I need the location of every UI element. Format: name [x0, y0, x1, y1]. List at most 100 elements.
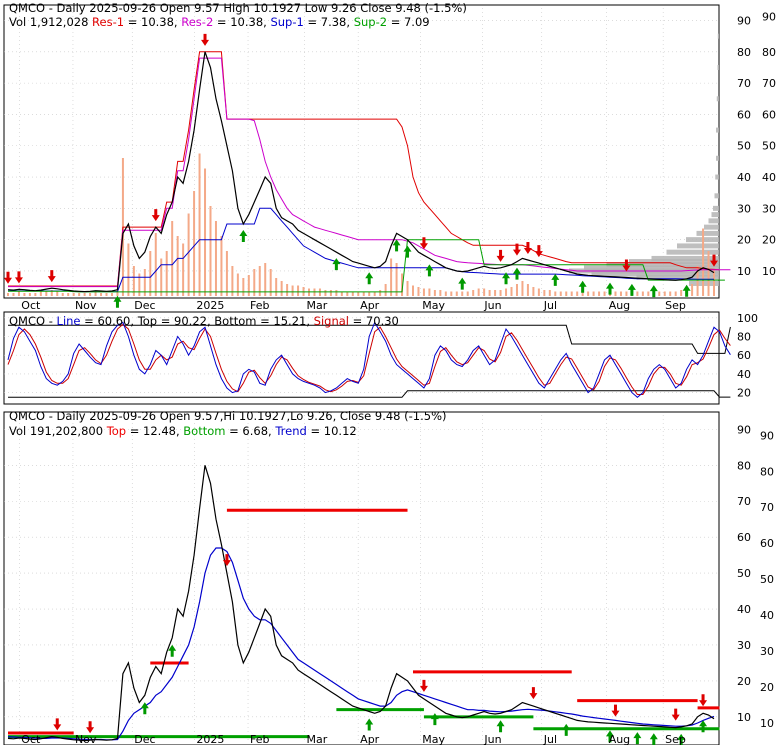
volume-bar — [515, 284, 518, 296]
volume-bar — [67, 293, 70, 296]
volume-bar — [603, 291, 606, 296]
volume-bar — [17, 291, 20, 296]
stochastic-y-tick-label: 20 — [737, 387, 751, 400]
price-y-tick-label-outer: 20 — [762, 234, 776, 247]
volume-bar — [39, 291, 42, 296]
volume-bar — [598, 291, 601, 296]
chart-svg: 10 10 20 20 30 30 40 40 50 50 60 60 70 70 80 80 90 90 Oct… — [3, 1, 776, 749]
price-y-tick-label-outer: 60 — [762, 108, 776, 121]
panels.top.line2-part: = 10.38, — [124, 15, 181, 29]
panels.bottom.line2-part: Trend — [274, 424, 306, 438]
volume-profile-bar — [696, 230, 719, 236]
volume-profile-bar — [704, 224, 719, 230]
trend-y-tick-label: 30 — [737, 639, 751, 652]
volume-bar — [669, 291, 672, 296]
volume-bar — [390, 258, 393, 296]
stochastic-y-tick-label: 80 — [737, 331, 751, 344]
volume-bar — [28, 293, 31, 296]
trend-y-tick-label-outer: 30 — [760, 645, 774, 658]
volume-bar — [242, 278, 245, 296]
volume-bar — [165, 251, 168, 296]
trend-y-tick-label-outer: 10 — [760, 717, 774, 730]
price-x-tick-label: Sep — [665, 299, 686, 312]
panels.top.line2-part: Sup-2 — [354, 15, 387, 29]
panels.middle.line1-part: = 60.60, — [81, 314, 138, 328]
price-y-tick-label-outer: 10 — [762, 265, 776, 278]
volume-bar — [72, 293, 75, 296]
panels.middle.line1-part: QMCO - — [9, 314, 57, 328]
volume-bar — [625, 291, 628, 296]
volume-bar — [526, 284, 529, 296]
volume-bar — [209, 206, 212, 296]
price-y-tick-label-outer: 30 — [762, 202, 776, 215]
volume-bar — [565, 291, 568, 296]
price-y-tick-label-outer: 90 — [762, 11, 776, 24]
panels.bottom.line2-part: Top — [106, 424, 126, 438]
stochastic-y-tick-label: 60 — [737, 349, 751, 362]
volume-bar — [477, 288, 480, 296]
panels.bottom.line2-part: = 10.12 — [307, 424, 357, 438]
panels.bottom.line2-part: = 6.68, — [225, 424, 275, 438]
panels.bottom.line2-part: Bottom — [183, 424, 225, 438]
volume-bar — [614, 291, 617, 296]
volume-bar — [428, 288, 431, 296]
panels.middle.line1-part: Bottom — [214, 314, 256, 328]
volume-bar — [176, 236, 179, 296]
price-x-tick-label: Feb — [250, 299, 269, 312]
volume-profile-bar — [716, 96, 719, 102]
trend-x-tick-label: Apr — [360, 733, 380, 745]
panels.top.line2-part: = 10.38, — [213, 15, 270, 29]
trend-x-tick-label: May — [422, 733, 445, 745]
price-x-tick-label: Aug — [609, 299, 630, 312]
trend-y-tick-label: 90 — [737, 423, 751, 436]
trend-y-tick-label-outer: 40 — [760, 609, 774, 622]
volume-bar — [335, 290, 338, 296]
volume-bar — [7, 293, 9, 296]
volume-profile-bar — [666, 249, 719, 255]
volume-bar — [636, 291, 639, 296]
volume-bar — [466, 291, 469, 296]
volume-bar — [89, 293, 92, 296]
panels.middle.line1-part: = 90.22, — [157, 314, 214, 328]
trend-y-tick-label-outer: 90 — [760, 429, 774, 442]
trend-x-tick-label: Nov — [75, 733, 97, 745]
volume-bar — [324, 290, 327, 296]
trend-x-tick-label: Jun — [483, 733, 501, 745]
volume-profile-bar — [717, 64, 719, 70]
volume-bar — [499, 290, 502, 296]
panels.middle.line1-part: Signal — [314, 314, 349, 328]
volume-bar — [275, 278, 278, 296]
volume-bar — [204, 168, 207, 296]
volume-bar — [182, 243, 185, 296]
volume-bar — [100, 293, 103, 296]
volume-bar — [110, 293, 113, 296]
panels.top.line2-part: Res-1 — [92, 15, 124, 29]
stochastic-y-tick-label: 40 — [737, 368, 751, 381]
stochastic-y-tick-label: 100 — [737, 312, 758, 325]
price-y-tick-label: 40 — [737, 171, 751, 184]
volume-bar — [576, 291, 579, 296]
trend-y-tick-label: 50 — [737, 567, 751, 580]
volume-bar — [171, 221, 174, 296]
volume-bar — [406, 281, 409, 296]
panels.top.line2-part: Res-2 — [181, 15, 213, 29]
trend-header-line-2: Vol 191,202,800 Top = 12.48, Bottom = 6.… — [9, 424, 357, 438]
panels.bottom.line2-part: = 12.48, — [126, 424, 183, 438]
trend-y-tick-label: 80 — [737, 459, 751, 472]
price-y-tick-label-outer: 70 — [762, 77, 776, 90]
price-x-tick-label: Oct — [21, 299, 41, 312]
panels.middle.line1-part: Line — [57, 314, 81, 328]
volume-bar — [45, 291, 48, 296]
volume-bar — [384, 284, 387, 296]
trend-x-tick-label: Feb — [250, 733, 269, 745]
volume-bar — [559, 291, 562, 296]
volume-profile-bar — [715, 174, 719, 180]
stochastic-panel: 20 40 60 80 100 QMCO - Line = 60.60, Top = 9… — [3, 311, 758, 405]
panels.bottom.line1-part: QMCO - Daily 2025-09-26 Open 9.57,Hi 10.… — [9, 409, 447, 423]
trend-x-tick-label: Sep — [665, 733, 686, 745]
volume-bar — [537, 288, 540, 296]
trend-panel-frame — [3, 411, 720, 746]
price-panel-frame — [3, 4, 720, 299]
volume-bar — [570, 291, 573, 296]
price-x-tick-label: Jul — [543, 299, 557, 312]
